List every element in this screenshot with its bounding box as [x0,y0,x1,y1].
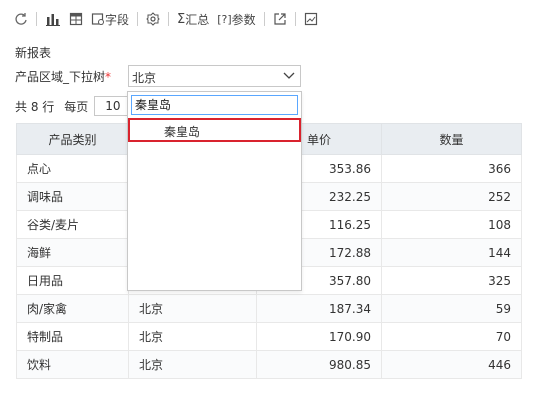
cell-region: 北京 [128,322,257,351]
param-label: 参数 [231,12,256,27]
dropdown-search-input[interactable]: 秦皇岛 [131,95,298,115]
col-header-qty[interactable]: 数量 [381,123,522,155]
row-count: 共 8 行 [15,99,55,114]
cell-price: 980.85 [256,350,382,379]
cell-region: 北京 [128,294,257,323]
cell-qty: 252 [381,182,522,211]
report-title: 新报表 [15,46,52,60]
cell-qty: 59 [381,294,522,323]
chevron-down-icon [283,69,295,84]
toolbar-divider [294,12,296,26]
cell-price: 170.90 [256,322,382,351]
col-header-category[interactable]: 产品类别 [16,123,129,155]
cell-category: 点心 [16,154,129,183]
field-button[interactable]: 字段 [91,9,129,29]
filter-label: 产品区域_下拉树 [15,70,106,84]
export-icon[interactable] [273,9,287,29]
cell-qty: 366 [381,154,522,183]
per-page-label: 每页 [64,99,89,114]
settings-icon[interactable] [146,9,160,29]
required-mark: * [105,70,112,84]
table-view-icon[interactable] [69,9,83,29]
field-label: 字段 [105,12,130,27]
cell-qty: 108 [381,210,522,239]
table-row: 饮料 北京 980.85 446 [16,350,522,379]
cell-category: 饮料 [16,350,129,379]
param-bracket-icon: [?] [217,12,232,26]
cell-category: 谷类/麦片 [16,210,129,239]
cell-category: 日用品 [16,266,129,295]
toolbar-divider [168,12,170,26]
cell-category: 特制品 [16,322,129,351]
toolbar-divider [36,12,37,26]
region-dropdown-select[interactable]: 北京 [128,65,301,87]
toolbar-divider [263,12,265,26]
table-row: 肉/家禽 北京 187.34 59 [16,294,522,323]
dropdown-option[interactable]: 秦皇岛 [128,118,301,142]
cell-category: 调味品 [16,182,129,211]
cell-category: 海鲜 [16,238,129,267]
selected-region: 北京 [132,71,157,85]
bar-chart-icon[interactable] [45,9,61,29]
cell-qty: 446 [381,350,522,379]
cell-qty: 144 [381,238,522,267]
toolbar-divider [137,12,139,26]
image-settings-icon[interactable] [304,9,318,29]
toolbar: 字段 Σ 汇总 [?] 参数 [14,7,318,31]
region-dropdown-panel: 秦皇岛 秦皇岛 [127,91,302,291]
cell-region: 北京 [128,350,257,379]
cell-qty: 325 [381,266,522,295]
summary-button[interactable]: Σ 汇总 [177,9,209,29]
dropdown-option-label: 秦皇岛 [164,125,201,139]
cell-price: 187.34 [256,294,382,323]
cell-category: 肉/家禽 [16,294,129,323]
filter-label-group: 产品区域_下拉树* [15,68,111,85]
table-row: 特制品 北京 170.90 70 [16,322,522,351]
pagination: 共 8 行 每页 10 [15,96,129,116]
summary-label: 汇总 [185,12,210,27]
sigma-icon: Σ [177,11,186,27]
cell-qty: 70 [381,322,522,351]
refresh-icon[interactable] [14,9,28,29]
page-size-input[interactable]: 10 [94,96,129,116]
param-button[interactable]: [?] 参数 [217,9,255,29]
